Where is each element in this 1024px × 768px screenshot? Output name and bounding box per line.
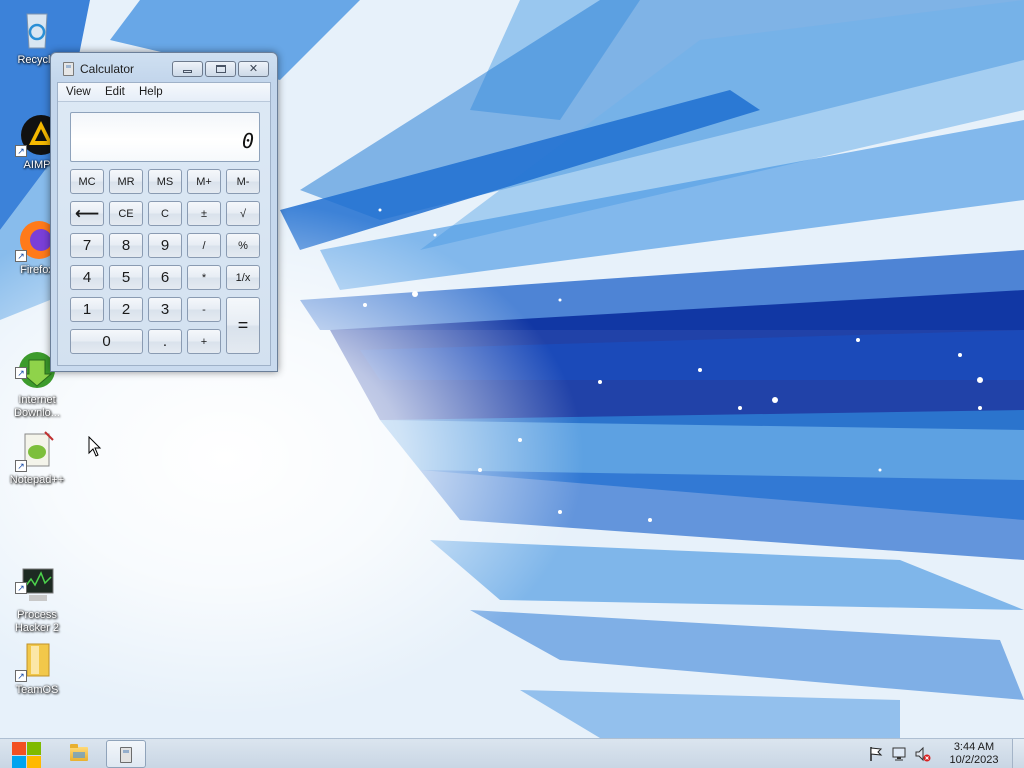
key-memory-clear[interactable]: MC (70, 169, 104, 194)
key-7[interactable]: 7 (70, 233, 104, 258)
minimize-icon (183, 69, 192, 73)
recycle-bin-icon (15, 8, 59, 52)
windows-logo-pane (27, 742, 41, 755)
shortcut-arrow-icon: ↗ (15, 670, 27, 682)
desktop-icon-process-hacker[interactable]: ↗ Process Hacker 2 (0, 537, 74, 648)
shortcut-arrow-icon: ↗ (15, 582, 27, 594)
menu-bar: View Edit Help (58, 83, 270, 102)
key-3[interactable]: 3 (148, 297, 182, 322)
calculator-icon (120, 747, 132, 763)
mouse-cursor-icon (88, 436, 102, 457)
key-4[interactable]: 4 (70, 265, 104, 290)
desktop-icon-label: Notepad++ (9, 474, 65, 486)
key-multiply[interactable]: * (187, 265, 221, 290)
volume-muted-icon[interactable] (915, 746, 931, 762)
window-title: Calculator (80, 62, 135, 76)
key-memory-recall[interactable]: MR (109, 169, 143, 194)
key-decimal[interactable]: . (148, 329, 182, 354)
folder-icon: ↗ (15, 638, 59, 682)
clock-date: 10/2/2023 (949, 754, 999, 766)
minimize-button[interactable] (172, 61, 203, 77)
menu-help[interactable]: Help (139, 86, 163, 98)
calculator-display: 0 (70, 112, 260, 162)
key-memory-subtract[interactable]: M- (226, 169, 260, 194)
taskbar-file-explorer[interactable] (58, 740, 98, 768)
key-5[interactable]: 5 (109, 265, 143, 290)
key-9[interactable]: 9 (148, 233, 182, 258)
desktop-icon-label: Internet Downlo... (14, 394, 60, 419)
file-explorer-icon (70, 744, 88, 761)
start-button[interactable] (6, 741, 46, 768)
key-divide[interactable]: / (187, 233, 221, 258)
key-2[interactable]: 2 (109, 297, 143, 322)
key-square-root[interactable]: √ (226, 201, 260, 226)
key-8[interactable]: 8 (109, 233, 143, 258)
windows-logo-icon (12, 742, 26, 755)
display-value: 0 (241, 129, 254, 153)
network-icon[interactable] (892, 746, 908, 762)
maximize-button[interactable] (205, 61, 236, 77)
key-add[interactable]: + (187, 329, 221, 354)
key-equals[interactable]: = (226, 297, 260, 354)
process-hacker-icon: ↗ (15, 550, 59, 601)
close-icon: ✕ (248, 62, 259, 75)
shortcut-arrow-icon: ↗ (15, 145, 27, 157)
key-backspace[interactable]: ⟵ (70, 201, 104, 226)
shortcut-arrow-icon: ↗ (15, 367, 27, 379)
key-6[interactable]: 6 (148, 265, 182, 290)
clock-time: 3:44 AM (953, 741, 995, 753)
key-plus-minus[interactable]: ± (187, 201, 221, 226)
menu-edit[interactable]: Edit (105, 86, 125, 98)
taskbar: 3:44 AM 10/2/2023 (0, 738, 1024, 768)
action-center-flag-icon[interactable] (868, 746, 884, 762)
windows-logo-pane (27, 756, 41, 768)
notepad-plus-plus-icon: ↗ (15, 428, 59, 472)
shortcut-arrow-icon: ↗ (15, 460, 27, 472)
taskbar-calculator[interactable] (106, 740, 146, 768)
close-button[interactable]: ✕ (238, 61, 269, 77)
title-bar[interactable]: Calculator ✕ (51, 53, 277, 83)
system-clock[interactable]: 3:44 AM 10/2/2023 (944, 741, 1004, 767)
key-memory-store[interactable]: MS (148, 169, 182, 194)
windows-logo-pane (12, 756, 26, 768)
calculator-window[interactable]: Calculator ✕ View Edit Help 0 MC MR MS M… (50, 52, 278, 372)
desktop-icon-label: Process Hacker 2 (14, 609, 60, 634)
show-desktop-button[interactable] (1012, 739, 1024, 768)
maximize-icon (215, 65, 226, 73)
key-0[interactable]: 0 (70, 329, 143, 354)
key-memory-add[interactable]: M+ (187, 169, 221, 194)
key-1[interactable]: 1 (70, 297, 104, 322)
desktop-icon-teamos[interactable]: ↗ TeamOS (0, 638, 74, 697)
key-subtract[interactable]: - (187, 297, 221, 322)
calculator-app-icon (63, 62, 74, 76)
key-reciprocal[interactable]: 1/x (226, 265, 260, 290)
desktop-icon-notepad-plus-plus[interactable]: ↗ Notepad++ (0, 428, 74, 487)
shortcut-arrow-icon: ↗ (15, 250, 27, 262)
calculator-body: View Edit Help 0 MC MR MS M+ M- ⟵ CE C ±… (57, 82, 271, 366)
key-clear[interactable]: C (148, 201, 182, 226)
key-percent[interactable]: % (226, 233, 260, 258)
menu-view[interactable]: View (66, 86, 91, 98)
key-clear-entry[interactable]: CE (109, 201, 143, 226)
desktop-icon-label: TeamOS (15, 684, 59, 696)
